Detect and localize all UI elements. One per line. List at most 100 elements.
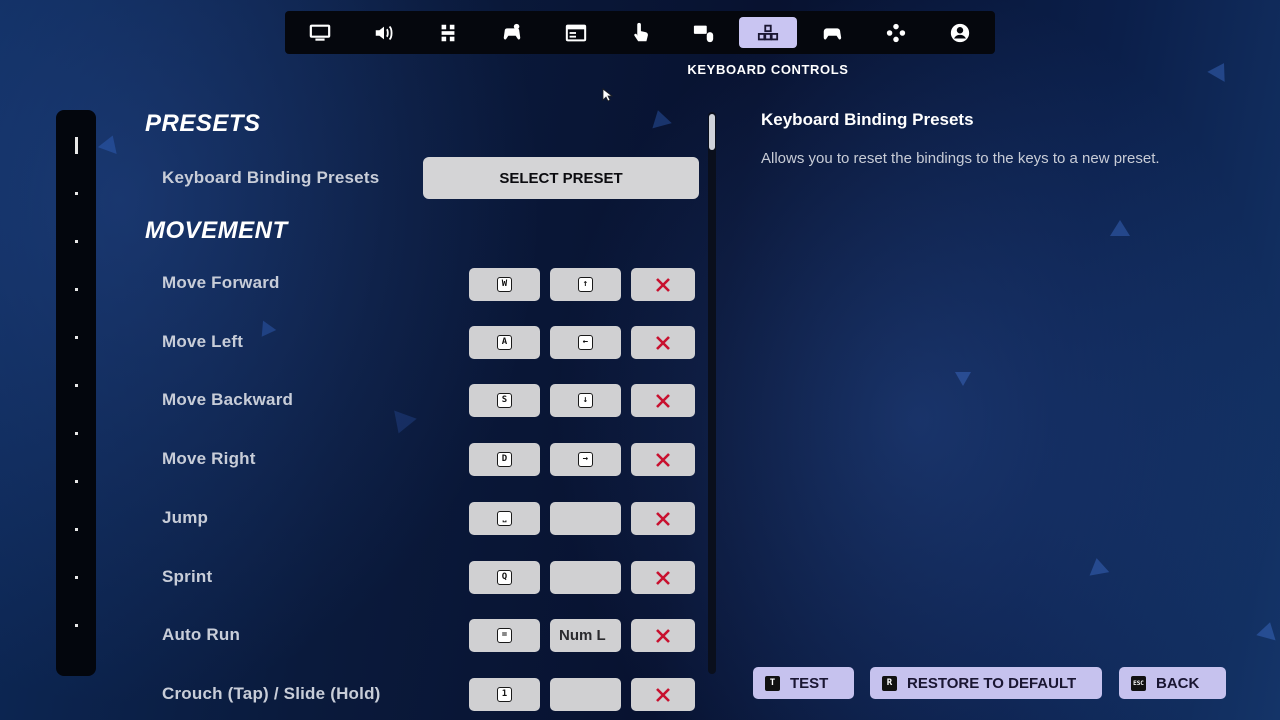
rail-dot[interactable] xyxy=(75,624,78,627)
secondary-key-button[interactable]: → xyxy=(550,443,621,476)
close-icon xyxy=(656,687,670,702)
rail-dot[interactable] xyxy=(75,240,78,243)
tab-window[interactable] xyxy=(547,17,605,48)
dpad-icon xyxy=(886,23,906,42)
secondary-key-button[interactable]: ↓ xyxy=(550,384,621,417)
keycap: ↓ xyxy=(578,393,593,408)
keycap: ESC xyxy=(1131,675,1146,691)
tab-mouse-keyboard[interactable] xyxy=(675,17,733,48)
test-button-label: TEST xyxy=(790,674,829,692)
section-heading-movement: MOVEMENT xyxy=(145,217,288,244)
binding-label: Jump xyxy=(162,508,209,527)
secondary-key-button[interactable] xyxy=(550,502,621,535)
tab-accessibility[interactable] xyxy=(419,17,477,48)
keycap: = xyxy=(497,628,512,643)
clear-binding-button[interactable] xyxy=(631,502,695,535)
keycap: Q xyxy=(497,570,512,585)
bg-triangle xyxy=(1207,58,1233,82)
rail-dot[interactable] xyxy=(75,336,78,339)
clear-binding-button[interactable] xyxy=(631,268,695,301)
rail-dot[interactable] xyxy=(75,528,78,531)
detail-title: Keyboard Binding Presets xyxy=(761,110,974,129)
clear-binding-button[interactable] xyxy=(631,619,695,652)
binding-label: Auto Run xyxy=(162,625,241,644)
preset-row-label: Keyboard Binding Presets xyxy=(162,168,380,187)
close-icon xyxy=(656,570,670,585)
rail-dot[interactable] xyxy=(75,384,78,387)
tab-keyboard-controls[interactable] xyxy=(739,17,797,48)
settings-tab-bar xyxy=(285,11,995,54)
clear-binding-button[interactable] xyxy=(631,384,695,417)
close-icon xyxy=(656,452,670,467)
close-icon xyxy=(656,628,670,643)
close-icon xyxy=(656,277,670,292)
scrollbar-thumb[interactable] xyxy=(709,114,715,150)
account-icon xyxy=(950,23,970,42)
primary-key-button[interactable]: 1 xyxy=(469,678,540,711)
tab-touch[interactable] xyxy=(611,17,669,48)
test-button[interactable]: T TEST xyxy=(753,667,854,699)
tab-audio[interactable] xyxy=(355,17,413,48)
tab-display[interactable] xyxy=(291,17,349,48)
restore-default-button[interactable]: R RESTORE TO DEFAULT xyxy=(870,667,1102,699)
binding-label: Sprint xyxy=(162,567,213,586)
clear-binding-button[interactable] xyxy=(631,678,695,711)
tab-account[interactable] xyxy=(931,17,989,48)
rail-dot[interactable] xyxy=(75,288,78,291)
keycap: → xyxy=(578,452,593,467)
rail-dot[interactable] xyxy=(75,480,78,483)
section-heading-presets: PRESETS xyxy=(145,110,261,137)
tab-controller-bindings[interactable] xyxy=(867,17,925,48)
window-icon xyxy=(565,24,587,41)
select-preset-button[interactable]: SELECT PRESET xyxy=(423,157,699,199)
detail-description: Allows you to reset the bindings to the … xyxy=(761,150,1160,167)
keyboard-controls-icon xyxy=(757,24,779,40)
keycap: A xyxy=(497,335,512,350)
tab-controller[interactable] xyxy=(803,17,861,48)
keycap: W xyxy=(497,277,512,292)
keycap: ← xyxy=(578,335,593,350)
touch-icon xyxy=(634,22,648,41)
clear-binding-button[interactable] xyxy=(631,443,695,476)
bg-triangle xyxy=(1256,619,1280,641)
primary-key-button[interactable]: S xyxy=(469,384,540,417)
keycap: ↑ xyxy=(578,277,593,292)
primary-key-button[interactable]: = xyxy=(469,619,540,652)
close-icon xyxy=(656,511,670,526)
secondary-key-button[interactable] xyxy=(550,561,621,594)
controller-icon xyxy=(823,27,842,39)
bg-triangle xyxy=(1086,556,1110,576)
secondary-key-button[interactable] xyxy=(550,678,621,711)
bg-triangle xyxy=(255,317,277,337)
keycap: ⎵ xyxy=(497,511,512,526)
primary-key-button[interactable]: Q xyxy=(469,561,540,594)
primary-key-button[interactable]: ⎵ xyxy=(469,502,540,535)
back-button[interactable]: ESC BACK xyxy=(1119,667,1226,699)
primary-key-button[interactable]: D xyxy=(469,443,540,476)
secondary-key-button[interactable]: Num L xyxy=(550,619,621,652)
speaker-icon xyxy=(375,25,393,40)
keycap: R xyxy=(882,675,897,691)
keycap: S xyxy=(497,393,512,408)
secondary-key-button[interactable]: ← xyxy=(550,326,621,359)
list-scrollbar[interactable] xyxy=(708,112,716,674)
bg-triangle xyxy=(648,107,672,129)
rail-dot[interactable] xyxy=(75,576,78,579)
binding-label: Crouch (Tap) / Slide (Hold) xyxy=(162,684,381,703)
rail-dot[interactable] xyxy=(75,432,78,435)
primary-key-button[interactable]: W xyxy=(469,268,540,301)
binding-label: Move Right xyxy=(162,449,256,468)
section-rail[interactable] xyxy=(56,110,96,676)
tab-controller-settings[interactable] xyxy=(483,17,541,48)
binding-label: Move Forward xyxy=(162,273,280,292)
back-button-label: BACK xyxy=(1156,674,1200,692)
active-tab-caption: KEYBOARD CONTROLS xyxy=(687,62,849,77)
keycap: D xyxy=(497,452,512,467)
clear-binding-button[interactable] xyxy=(631,326,695,359)
bg-triangle xyxy=(1110,220,1130,236)
primary-key-button[interactable]: A xyxy=(469,326,540,359)
clear-binding-button[interactable] xyxy=(631,561,695,594)
keyboard-mouse-icon xyxy=(693,25,714,42)
rail-dot[interactable] xyxy=(75,192,78,195)
secondary-key-button[interactable]: ↑ xyxy=(550,268,621,301)
